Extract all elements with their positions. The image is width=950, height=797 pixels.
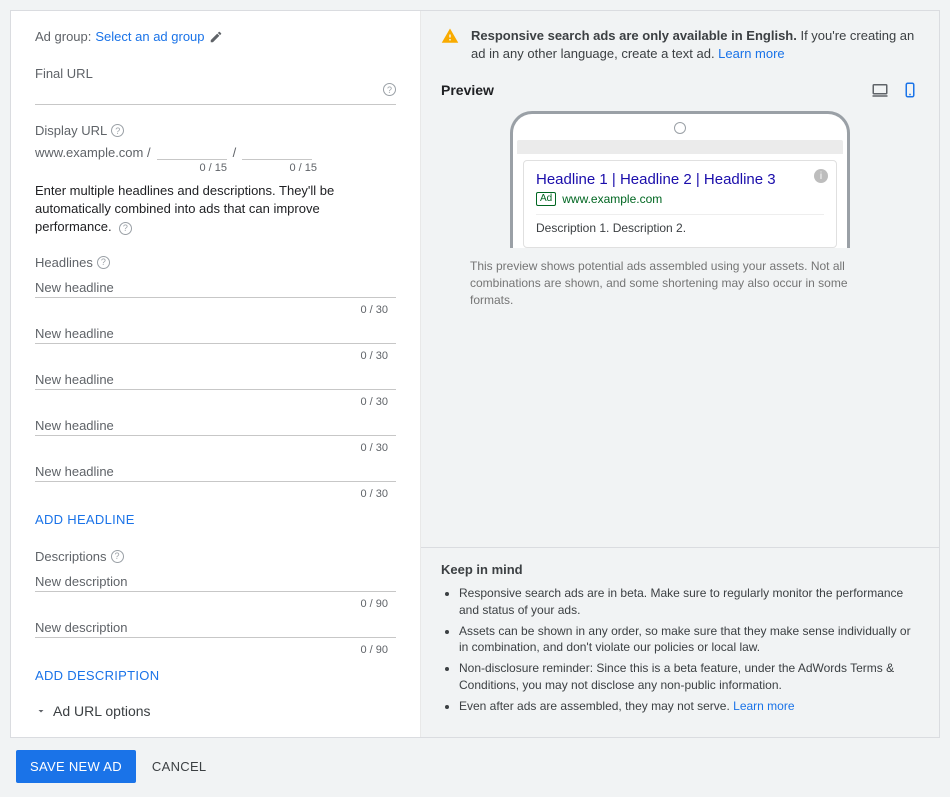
desktop-icon[interactable] — [871, 81, 889, 99]
instructions-text: Enter multiple headlines and description… — [35, 182, 396, 237]
description-input[interactable]: New description — [35, 574, 396, 592]
slash: / — [233, 145, 237, 160]
ad-preview-headlines: Headline 1 | Headline 2 | Headline 3 — [536, 171, 824, 188]
headlines-label: Headlines ? — [35, 255, 396, 270]
final-url-input[interactable]: ? — [35, 83, 396, 105]
ad-preview-description: Description 1. Description 2. — [536, 221, 824, 235]
headline-counter: 0 / 30 — [35, 304, 396, 316]
warning-bold: Responsive search ads are only available… — [471, 28, 797, 43]
headline-counter: 0 / 30 — [35, 488, 396, 500]
keep-bullet: Responsive search ads are in beta. Make … — [459, 585, 919, 619]
help-icon[interactable]: ? — [383, 83, 396, 96]
display-url-path1-input[interactable] — [157, 142, 227, 160]
warning-banner: Responsive search ads are only available… — [421, 11, 939, 75]
mobile-icon[interactable] — [901, 81, 919, 99]
headline-input[interactable]: New headline — [35, 372, 396, 390]
headline-input[interactable]: New headline — [35, 280, 396, 298]
headline-input[interactable]: New headline — [35, 418, 396, 436]
preview-title: Preview — [441, 82, 494, 98]
headline-counter: 0 / 30 — [35, 350, 396, 362]
chevron-down-icon — [35, 705, 47, 717]
phone-speaker-icon — [674, 122, 686, 134]
display-url-label: Display URL ? — [35, 123, 396, 138]
cancel-button[interactable]: CANCEL — [152, 759, 207, 774]
help-icon[interactable]: ? — [97, 256, 110, 269]
edit-icon[interactable] — [209, 30, 223, 44]
headline-counter: 0 / 30 — [35, 442, 396, 454]
headline-counter: 0 / 30 — [35, 396, 396, 408]
description-input[interactable]: New description — [35, 620, 396, 638]
info-icon[interactable]: i — [814, 169, 828, 183]
headline-input[interactable]: New headline — [35, 464, 396, 482]
display-url-domain: www.example.com / — [35, 145, 151, 160]
add-description-button[interactable]: ADD DESCRIPTION — [35, 668, 159, 683]
display-url-path2-input[interactable] — [242, 142, 312, 160]
learn-more-link[interactable]: Learn more — [718, 46, 784, 61]
ad-url-options-toggle[interactable]: Ad URL options — [35, 703, 396, 719]
ad-preview-card: i Headline 1 | Headline 2 | Headline 3 A… — [523, 160, 837, 248]
select-ad-group-link[interactable]: Select an ad group — [95, 29, 204, 44]
ad-group-label: Ad group: — [35, 29, 91, 44]
final-url-label: Final URL — [35, 66, 396, 81]
learn-more-link[interactable]: Learn more — [733, 699, 794, 713]
help-icon[interactable]: ? — [111, 550, 124, 563]
headline-input[interactable]: New headline — [35, 326, 396, 344]
warning-icon — [441, 27, 459, 45]
description-counter: 0 / 90 — [35, 644, 396, 656]
descriptions-label: Descriptions ? — [35, 549, 396, 564]
ad-badge: Ad — [536, 192, 556, 206]
keep-bullet: Non-disclosure reminder: Since this is a… — [459, 660, 919, 694]
path2-counter: 0 / 15 — [247, 162, 317, 174]
path1-counter: 0 / 15 — [157, 162, 227, 174]
preview-note: This preview shows potential ads assembl… — [470, 258, 890, 308]
ad-group-row: Ad group: Select an ad group — [35, 29, 396, 44]
ad-preview-url: www.example.com — [562, 192, 662, 206]
description-counter: 0 / 90 — [35, 598, 396, 610]
add-headline-button[interactable]: ADD HEADLINE — [35, 512, 135, 527]
keep-in-mind-title: Keep in mind — [441, 562, 919, 577]
keep-in-mind-box: Keep in mind Responsive search ads are i… — [421, 547, 939, 737]
mobile-preview-frame: i Headline 1 | Headline 2 | Headline 3 A… — [510, 111, 850, 248]
save-new-ad-button[interactable]: SAVE NEW AD — [16, 750, 136, 783]
help-icon[interactable]: ? — [111, 124, 124, 137]
help-icon[interactable]: ? — [119, 222, 132, 235]
keep-bullet: Even after ads are assembled, they may n… — [459, 698, 919, 715]
keep-bullet: Assets can be shown in any order, so mak… — [459, 623, 919, 657]
